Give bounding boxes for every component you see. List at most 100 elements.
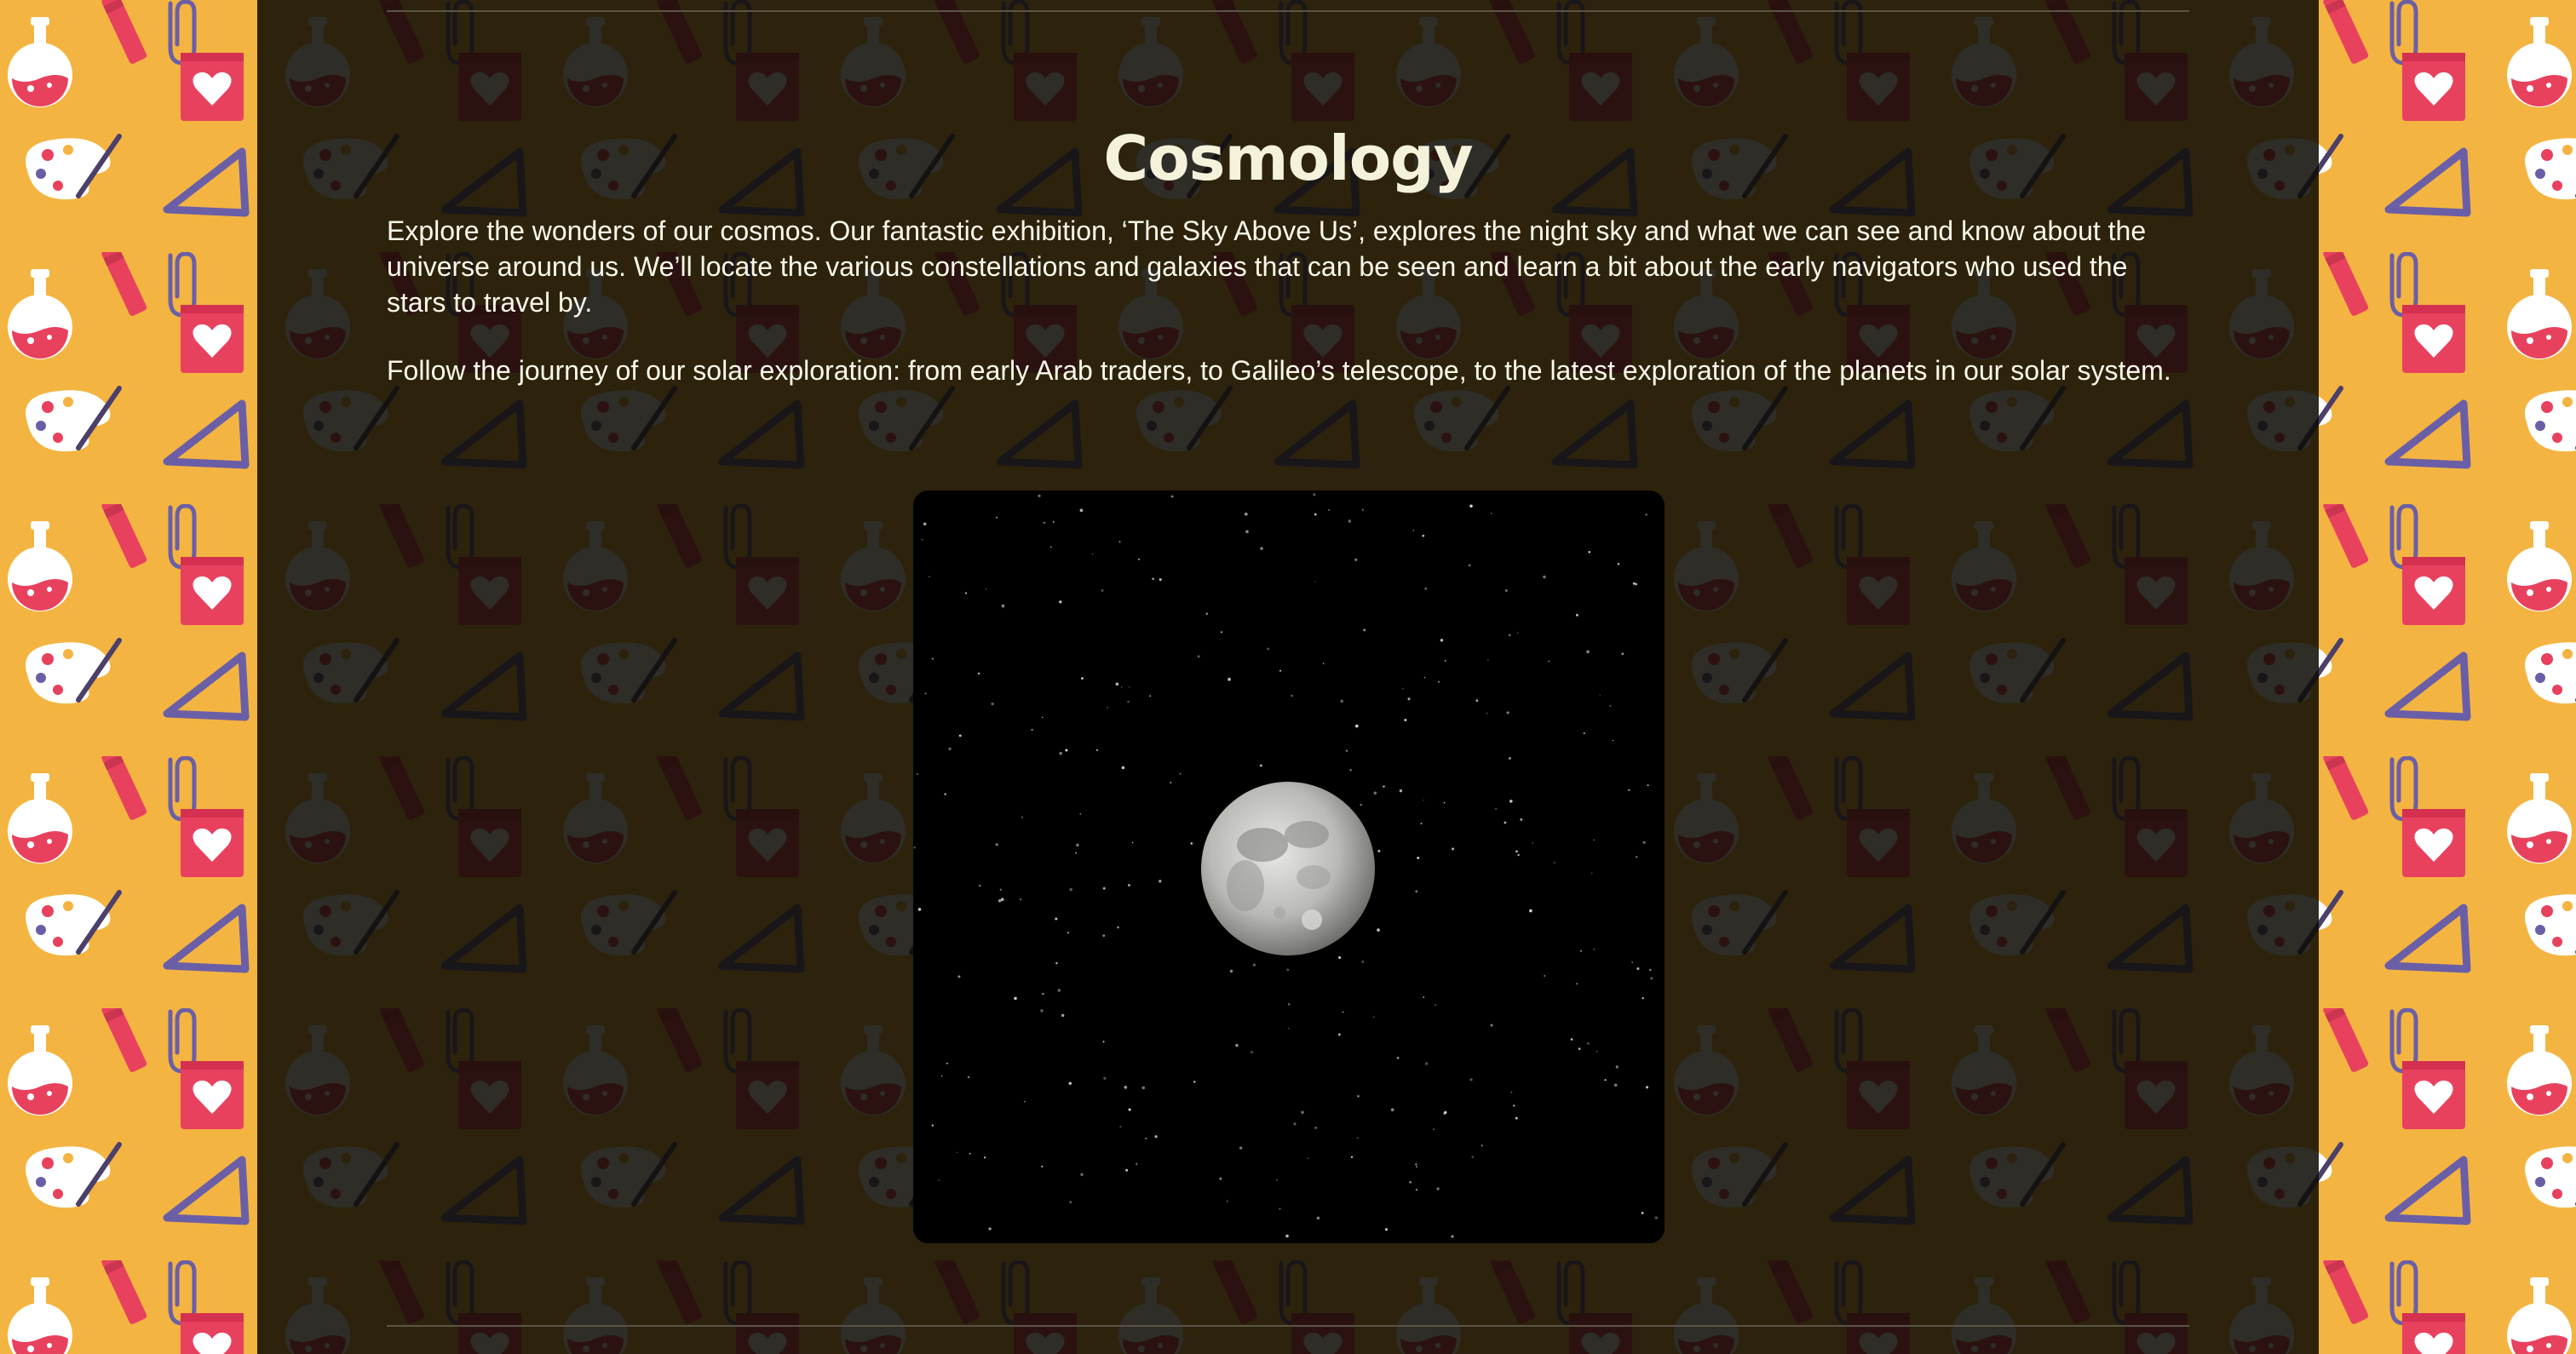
star <box>1609 704 1612 707</box>
star <box>1654 1216 1659 1219</box>
star <box>1617 562 1620 565</box>
star <box>1259 764 1262 767</box>
star <box>1136 1162 1138 1166</box>
intro-paragraph-1: Explore the wonders of our cosmos. Our f… <box>387 215 2147 318</box>
star <box>1159 880 1162 883</box>
star <box>977 672 980 675</box>
star <box>1040 1009 1044 1013</box>
star <box>1399 789 1403 793</box>
star <box>913 846 917 849</box>
star <box>1322 663 1325 664</box>
star <box>1424 1062 1429 1065</box>
star <box>929 576 930 578</box>
star <box>1235 1043 1239 1047</box>
star <box>1469 504 1473 508</box>
star <box>957 975 961 978</box>
page-title: Cosmology <box>1103 123 1473 195</box>
star <box>1288 1027 1290 1030</box>
star <box>1287 1003 1291 1006</box>
star <box>1593 949 1595 950</box>
star <box>1127 883 1131 887</box>
star <box>1055 961 1058 965</box>
star <box>1279 1208 1281 1210</box>
star <box>1059 751 1062 755</box>
star <box>1260 547 1263 550</box>
star <box>1125 1168 1129 1172</box>
star <box>1226 1200 1228 1202</box>
star <box>1337 1033 1341 1036</box>
star <box>1409 1180 1412 1184</box>
star <box>1415 890 1417 893</box>
star <box>1593 839 1596 841</box>
star <box>1486 712 1488 714</box>
star <box>1475 699 1479 703</box>
star <box>1190 842 1193 845</box>
star <box>917 772 919 776</box>
star <box>1517 632 1519 634</box>
star <box>1348 519 1352 523</box>
star <box>1504 589 1508 592</box>
star <box>1149 695 1152 697</box>
star <box>1632 582 1636 585</box>
star <box>1043 521 1046 525</box>
star <box>1440 639 1444 642</box>
star <box>1490 1024 1493 1027</box>
star <box>1038 494 1041 497</box>
star <box>1286 968 1290 972</box>
star <box>1481 1145 1483 1147</box>
star <box>1042 716 1044 719</box>
star <box>1250 1051 1253 1054</box>
star <box>1504 821 1507 824</box>
intro-paragraph-2: Follow the journey of our solar explorat… <box>387 355 2171 386</box>
star <box>1590 872 1593 875</box>
star <box>1079 812 1082 815</box>
star <box>1415 1163 1417 1166</box>
star <box>1647 784 1649 787</box>
star <box>1121 766 1125 770</box>
star <box>940 1075 943 1077</box>
star <box>1578 1047 1581 1050</box>
star <box>1604 1079 1607 1081</box>
star <box>1145 1138 1147 1139</box>
star <box>1354 558 1358 561</box>
star <box>1513 1104 1515 1107</box>
star <box>1001 604 1005 608</box>
star <box>1422 534 1425 537</box>
star <box>1042 992 1044 995</box>
star <box>1340 699 1344 703</box>
star <box>1417 857 1420 859</box>
star <box>1041 1165 1044 1168</box>
star <box>1423 677 1426 679</box>
star <box>1444 659 1446 662</box>
star <box>1228 677 1231 681</box>
star <box>1179 772 1182 775</box>
star <box>1152 577 1154 581</box>
star <box>931 657 934 660</box>
star <box>1412 530 1415 531</box>
star <box>1314 1126 1318 1129</box>
star <box>1443 801 1446 804</box>
star <box>1373 1016 1375 1018</box>
star <box>1645 1086 1649 1089</box>
star <box>1197 655 1200 658</box>
star <box>1128 686 1130 688</box>
star <box>1021 816 1024 819</box>
content-panel: Cosmology Explore the wonders of our cos… <box>257 0 2319 1354</box>
star <box>1301 1110 1304 1114</box>
star <box>1636 856 1638 858</box>
star <box>1469 1078 1473 1081</box>
star <box>921 539 923 541</box>
star <box>1471 1156 1474 1158</box>
star <box>1576 614 1578 617</box>
star <box>1338 955 1342 960</box>
star <box>1433 1128 1435 1130</box>
star <box>985 588 987 590</box>
star <box>944 793 946 795</box>
star <box>1118 541 1121 542</box>
star <box>1642 996 1644 1000</box>
star <box>1141 1086 1146 1090</box>
star <box>917 908 922 911</box>
star <box>988 1227 992 1231</box>
star <box>1599 694 1601 697</box>
star <box>1117 926 1119 929</box>
